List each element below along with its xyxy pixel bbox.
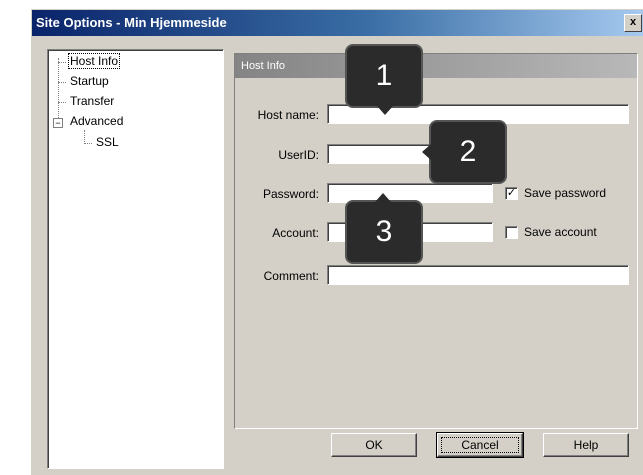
callout-pointer xyxy=(375,193,391,202)
panel-header: Host Info xyxy=(235,54,637,78)
save-password-label: Save password xyxy=(524,186,607,200)
save-account-label: Save account xyxy=(524,225,597,239)
tree-connector xyxy=(84,143,92,144)
password-label: Password: xyxy=(262,187,319,201)
callout-3: 3 xyxy=(347,202,421,262)
callout-pointer xyxy=(422,144,431,160)
cancel-label: Cancel xyxy=(441,437,519,453)
callout-pointer xyxy=(377,106,393,115)
cancel-button[interactable]: Cancel xyxy=(436,432,524,458)
tree-item-host-info[interactable]: Host Info xyxy=(68,53,121,69)
host-info-panel: Host Info Host name: UserID: Password: ✓… xyxy=(234,46,638,429)
comment-input[interactable] xyxy=(327,265,629,285)
help-button[interactable]: Help xyxy=(543,433,629,457)
tree-connector xyxy=(58,102,66,103)
ok-button[interactable]: OK xyxy=(331,433,417,457)
password-input[interactable] xyxy=(327,183,493,203)
host-name-label: Host name: xyxy=(257,108,319,122)
title-bar: Site Options - Min Hjemmeside x xyxy=(32,10,643,36)
tree-item-label: Host Info xyxy=(68,53,121,69)
callout-1: 1 xyxy=(347,46,421,106)
save-account-checkbox[interactable] xyxy=(505,226,518,239)
user-id-label: UserID: xyxy=(278,148,319,162)
callout-2: 2 xyxy=(431,122,505,182)
site-options-dialog: Site Options - Min Hjemmeside x Host Inf… xyxy=(30,8,643,475)
tree-connector xyxy=(58,82,66,83)
collapse-icon[interactable]: − xyxy=(53,118,63,128)
options-tree: Host Info Startup Transfer − Advanced SS… xyxy=(47,49,224,469)
account-label: Account: xyxy=(272,226,319,240)
tree-connector xyxy=(58,62,66,63)
window-title: Site Options - Min Hjemmeside xyxy=(36,15,227,30)
tree-item-advanced[interactable]: Advanced xyxy=(70,114,123,128)
tree-item-ssl[interactable]: SSL xyxy=(96,135,119,149)
comment-label: Comment: xyxy=(263,269,319,283)
tree-connector xyxy=(58,58,59,126)
tree-connector xyxy=(84,130,85,144)
tree-item-startup[interactable]: Startup xyxy=(70,74,109,88)
save-password-checkbox[interactable]: ✓ xyxy=(505,187,518,200)
close-icon[interactable]: x xyxy=(624,14,642,32)
tree-item-transfer[interactable]: Transfer xyxy=(70,94,114,108)
host-name-input[interactable] xyxy=(327,104,629,124)
